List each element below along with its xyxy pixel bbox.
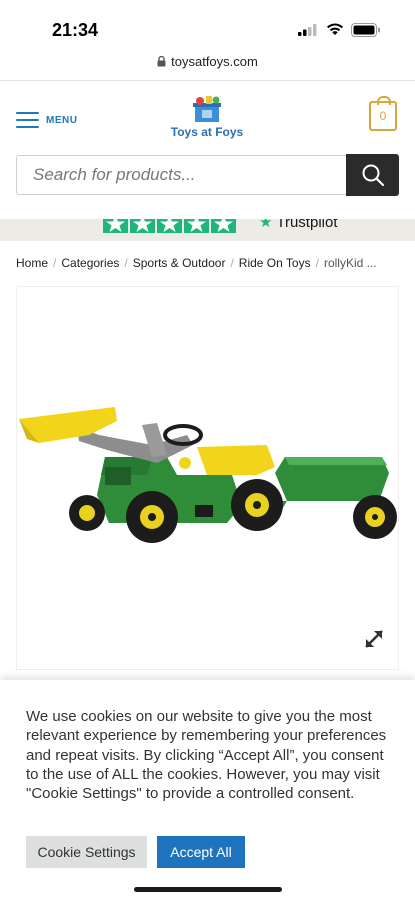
star-icon xyxy=(211,219,236,233)
breadcrumb-current: rollyKid ... xyxy=(323,256,377,270)
logo-text: Toys at Foys xyxy=(170,125,244,139)
trustpilot-label: Trustpilot xyxy=(276,219,338,231)
star-icon xyxy=(157,219,182,233)
cookie-settings-button[interactable]: Cookie Settings xyxy=(26,836,147,868)
breadcrumb-separator: / xyxy=(124,256,128,270)
breadcrumb-home[interactable]: Home xyxy=(16,256,48,270)
breadcrumb-separator: / xyxy=(230,256,234,270)
breadcrumb: Home / Categories / Sports & Outdoor / Ride On… xyxy=(16,256,377,270)
wifi-icon xyxy=(327,23,343,35)
address-bar[interactable]: toysatfoys.com xyxy=(0,54,415,78)
breadcrumb-ride-on-toys[interactable]: Ride On Toys xyxy=(239,256,311,270)
battery-icon xyxy=(351,23,380,37)
signal-icon xyxy=(298,24,317,36)
breadcrumb-separator: / xyxy=(315,256,319,270)
url-text: toysatfoys.com xyxy=(171,54,258,69)
status-bar: 21:34 xyxy=(0,0,415,50)
accept-all-button[interactable]: Accept All xyxy=(157,836,245,868)
status-time: 21:34 xyxy=(52,20,99,40)
expand-icon[interactable] xyxy=(362,627,386,651)
lock-icon xyxy=(157,56,166,67)
menu-label: MENU xyxy=(46,114,78,126)
cart-button[interactable]: 0 xyxy=(369,96,397,131)
home-indicator[interactable] xyxy=(134,887,282,892)
breadcrumb-categories[interactable]: Categories xyxy=(61,256,119,270)
site-logo[interactable]: Toys at Foys xyxy=(166,95,248,143)
trustpilot-star-icon: ★ xyxy=(259,219,273,231)
cookie-consent-banner: We use cookies on our website to give yo… xyxy=(0,680,415,900)
cart-count: 0 xyxy=(379,109,387,123)
search-icon xyxy=(362,164,384,187)
cookie-message: We use cookies on our website to give yo… xyxy=(26,708,387,803)
breadcrumb-separator: / xyxy=(53,256,57,270)
product-image[interactable] xyxy=(17,405,400,547)
trustpilot-banner[interactable]: ★ Trustpilot xyxy=(0,219,415,241)
search-field[interactable] xyxy=(16,155,349,195)
toy-box-icon xyxy=(193,96,221,122)
trustpilot-stars xyxy=(103,219,238,233)
search-button[interactable] xyxy=(346,154,399,196)
search-input[interactable] xyxy=(17,156,349,194)
breadcrumb-sports-outdoor[interactable]: Sports & Outdoor xyxy=(133,256,226,270)
trustpilot-wordmark: ★ Trustpilot xyxy=(259,219,338,231)
star-icon xyxy=(130,219,155,233)
site-header: MENU Toys at Foys 0 xyxy=(0,81,415,219)
star-icon xyxy=(184,219,209,233)
star-icon xyxy=(103,219,128,233)
product-gallery[interactable] xyxy=(16,286,399,670)
menu-button[interactable]: MENU xyxy=(16,109,96,131)
hamburger-icon xyxy=(16,112,39,128)
